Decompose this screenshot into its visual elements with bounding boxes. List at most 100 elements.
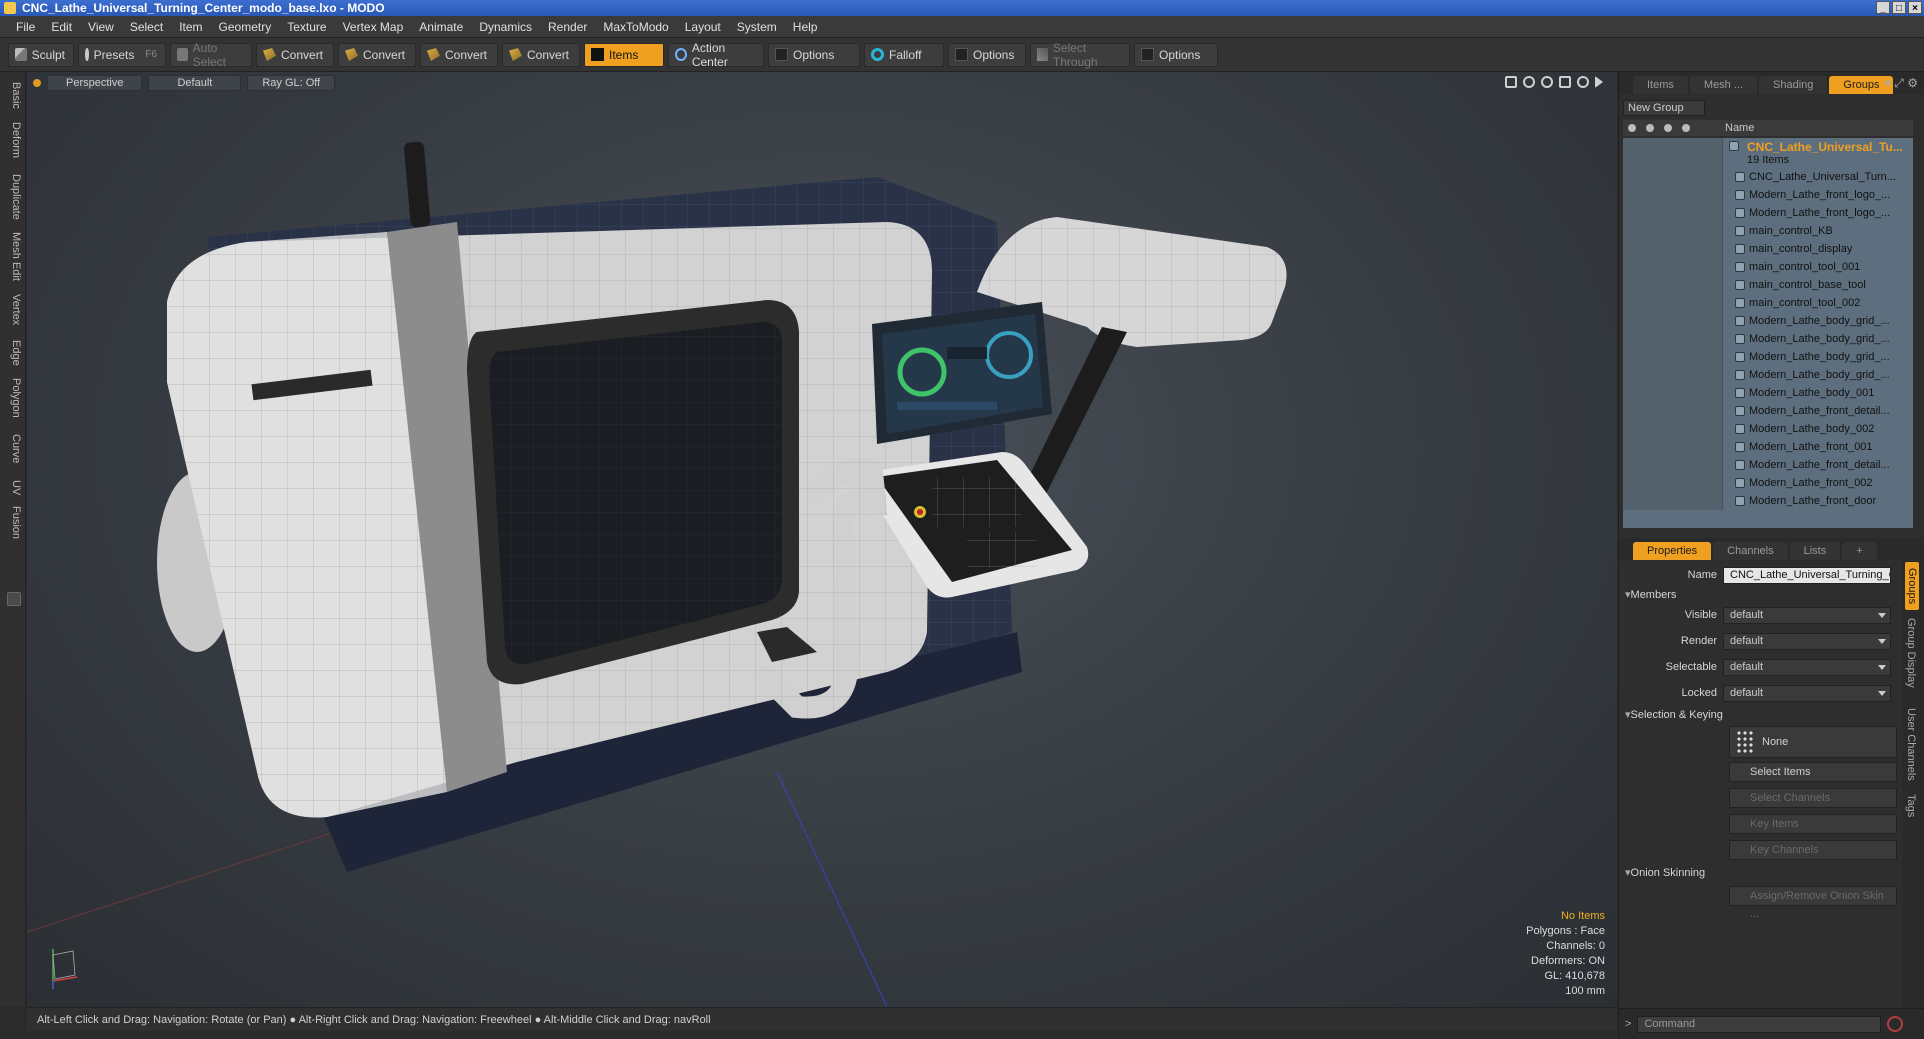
tab-mesh-edit[interactable]: Mesh Edit (4, 232, 22, 281)
side-tab-group-display[interactable]: Group Display (1905, 618, 1917, 688)
list-item[interactable]: Modern_Lathe_front_001 (1623, 438, 1913, 456)
list-item[interactable]: Modern_Lathe_front_detail... (1623, 402, 1913, 420)
pan-icon[interactable] (1505, 76, 1517, 88)
list-item[interactable]: Modern_Lathe_front_logo_... (1623, 186, 1913, 204)
tab-vertex[interactable]: Vertex (4, 294, 22, 325)
convert-button-1[interactable]: Convert (256, 42, 334, 67)
key-items-button[interactable]: Key Items (1729, 814, 1897, 834)
selectable-dropdown[interactable]: default (1723, 658, 1891, 676)
items-mode-button[interactable]: Items (584, 42, 664, 67)
tab-fusion[interactable]: Fusion (4, 506, 22, 539)
visibility-col-icon[interactable] (1623, 120, 1641, 136)
new-group-button[interactable]: New Group (1623, 100, 1705, 116)
select-through-button[interactable]: Select Through (1030, 41, 1130, 69)
menu-geometry[interactable]: Geometry (211, 20, 280, 34)
sculpt-button[interactable]: Sculpt (8, 42, 74, 67)
tab-edge[interactable]: Edge (4, 340, 22, 366)
list-item[interactable]: CNC_Lathe_Universal_Turn... (1623, 168, 1913, 186)
falloff-options-button[interactable]: Options (948, 42, 1026, 67)
minimize-icon[interactable]: _ (1876, 1, 1890, 14)
command-history-icon[interactable]: > (1625, 1018, 1631, 1030)
gear-icon[interactable] (1577, 76, 1589, 88)
tab-properties[interactable]: Properties (1633, 542, 1712, 560)
list-item[interactable]: Modern_Lathe_body_grid_... (1623, 366, 1913, 384)
side-tab-tags[interactable]: Tags (1905, 794, 1917, 817)
members-section[interactable]: Members (1625, 588, 1677, 601)
close-icon[interactable]: × (1908, 1, 1922, 14)
viewport-menu-icon[interactable] (33, 79, 41, 87)
lock-col-icon[interactable] (1659, 120, 1677, 136)
list-item[interactable]: main_control_base_tool (1623, 276, 1913, 294)
menu-dynamics[interactable]: Dynamics (471, 20, 540, 34)
render-dropdown[interactable]: default (1723, 632, 1891, 650)
rotate-icon[interactable] (1523, 76, 1535, 88)
tab-channels[interactable]: Channels (1713, 542, 1788, 560)
tab-shading[interactable]: Shading (1759, 76, 1828, 94)
groups-tree[interactable]: CNC_Lathe_Universal_Tu... 19 Items CNC_L… (1623, 138, 1913, 528)
expand-arrow-icon[interactable] (1595, 76, 1603, 88)
presets-button[interactable]: Presets F6 (78, 42, 166, 67)
list-item[interactable]: Modern_Lathe_body_grid_... (1623, 330, 1913, 348)
tab-deform[interactable]: Deform (4, 122, 22, 158)
name-field[interactable]: CNC_Lathe_Universal_Turning_C (1723, 566, 1891, 584)
action-center-options-button[interactable]: Options (768, 42, 860, 67)
toggle-panel-button[interactable] (7, 592, 21, 606)
tab-groups[interactable]: Groups (1829, 76, 1894, 94)
action-center-button[interactable]: Action Center (668, 41, 764, 69)
tab-basic[interactable]: Basic (4, 82, 22, 109)
auto-select-button[interactable]: Auto Select (170, 41, 252, 69)
tab-mesh[interactable]: Mesh ... (1689, 76, 1758, 94)
onion-skinning-section[interactable]: Onion Skinning (1625, 866, 1706, 879)
panel-menu-icon[interactable]: ▾ ⤢ ⚙ (1885, 76, 1918, 91)
maximize-icon[interactable]: □ (1892, 1, 1906, 14)
menu-view[interactable]: View (80, 20, 122, 34)
convert-button-4[interactable]: Convert (502, 42, 580, 67)
group-row[interactable]: CNC_Lathe_Universal_Tu... 19 Items (1623, 138, 1913, 168)
list-item[interactable]: main_control_tool_002 (1623, 294, 1913, 312)
convert-button-2[interactable]: Convert (338, 42, 416, 67)
visible-dropdown[interactable]: default (1723, 606, 1891, 624)
list-item[interactable]: Modern_Lathe_front_logo_... (1623, 204, 1913, 222)
menu-file[interactable]: File (8, 20, 43, 34)
render-col-icon[interactable] (1641, 120, 1659, 136)
tab-curve[interactable]: Curve (4, 434, 22, 463)
view-type-dropdown[interactable]: Perspective (47, 75, 143, 91)
menu-item[interactable]: Item (171, 20, 210, 34)
list-item[interactable]: Modern_Lathe_front_detail... (1623, 456, 1913, 474)
convert-button-3[interactable]: Convert (420, 42, 498, 67)
menu-edit[interactable]: Edit (43, 20, 80, 34)
tab-uv[interactable]: UV (4, 480, 22, 495)
record-icon[interactable] (1887, 1016, 1904, 1032)
side-tab-user-channels[interactable]: User Channels (1905, 708, 1917, 781)
select-channels-button[interactable]: Select Channels (1729, 788, 1897, 808)
list-item[interactable]: Modern_Lathe_body_grid_... (1623, 312, 1913, 330)
select-col-icon[interactable] (1677, 120, 1695, 136)
name-column-header[interactable]: Name (1725, 122, 1754, 134)
menu-system[interactable]: System (729, 20, 785, 34)
selection-keying-section[interactable]: Selection & Keying (1625, 708, 1723, 721)
none-button[interactable]: None (1729, 726, 1897, 758)
3d-viewport[interactable]: Perspective Default Ray GL: Off No Items… (27, 72, 1617, 1007)
locked-dropdown[interactable]: default (1723, 684, 1891, 702)
tab-polygon[interactable]: Polygon (4, 378, 22, 418)
list-item[interactable]: main_control_tool_001 (1623, 258, 1913, 276)
list-item[interactable]: Modern_Lathe_body_001 (1623, 384, 1913, 402)
tab-lists[interactable]: Lists (1789, 542, 1841, 560)
menu-render[interactable]: Render (540, 20, 595, 34)
key-channels-button[interactable]: Key Channels (1729, 840, 1897, 860)
fit-icon[interactable] (1559, 76, 1571, 88)
select-items-button[interactable]: Select Items (1729, 762, 1897, 782)
raygl-toggle[interactable]: Ray GL: Off (247, 75, 336, 91)
assign-onion-skin-button[interactable]: Assign/Remove Onion Skin ... (1729, 886, 1897, 920)
list-item[interactable]: Modern_Lathe_front_door (1623, 492, 1913, 510)
menu-select[interactable]: Select (122, 20, 171, 34)
tab-items[interactable]: Items (1633, 76, 1688, 94)
add-tab-button[interactable]: + (1842, 542, 1877, 560)
menu-animate[interactable]: Animate (411, 20, 471, 34)
menu-layout[interactable]: Layout (677, 20, 729, 34)
menu-maxtomodo[interactable]: MaxToModo (595, 20, 676, 34)
list-item[interactable]: Modern_Lathe_body_002 (1623, 420, 1913, 438)
side-tab-groups[interactable]: Groups (1905, 562, 1919, 611)
zoom-icon[interactable] (1541, 76, 1553, 88)
list-item[interactable]: main_control_KB (1623, 222, 1913, 240)
